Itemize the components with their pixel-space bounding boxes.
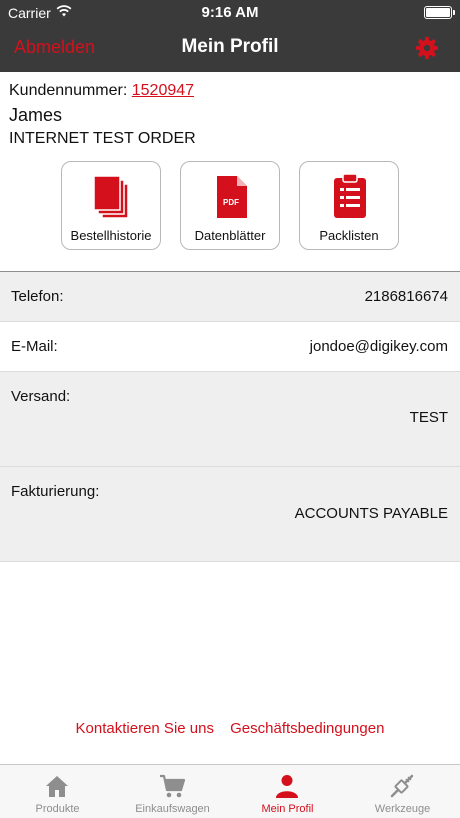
navigation-bar: Abmelden Mein Profil: [0, 26, 460, 72]
email-row: E-Mail: jondoe@digikey.com: [0, 322, 460, 372]
billing-value: ACCOUNTS PAYABLE: [294, 505, 448, 522]
email-label: E-Mail:: [11, 338, 58, 355]
shipping-label: Versand:: [11, 388, 71, 405]
footer-links: Kontaktieren Sie uns Geschäftsbedingunge…: [0, 720, 460, 737]
logout-button[interactable]: Abmelden: [14, 37, 95, 58]
order-history-button[interactable]: Bestellhistorie: [61, 161, 161, 250]
customer-number-link[interactable]: 1520947: [132, 82, 194, 99]
shipping-value: TEST: [409, 409, 448, 426]
tools-icon: [390, 774, 414, 798]
datasheets-label: Datenblätter: [194, 228, 266, 243]
person-icon: [276, 775, 298, 798]
customer-number-label: Kundennummer:: [9, 82, 128, 99]
datasheets-button[interactable]: PDF Datenblätter: [180, 161, 280, 250]
pdf-document-icon: PDF: [217, 176, 247, 218]
cart-icon: [160, 774, 185, 798]
order-history-label: Bestellhistorie: [70, 228, 152, 243]
billing-label: Fakturierung:: [11, 483, 100, 500]
clock: 9:16 AM: [201, 4, 259, 21]
stacked-documents-icon: [93, 175, 129, 219]
tab-my-profile-label: Mein Profil: [261, 803, 314, 815]
gear-icon[interactable]: [414, 35, 440, 61]
phone-row: Telefon: 2186816674: [0, 272, 460, 322]
customer-number-line: Kundennummer: 1520947: [9, 82, 194, 100]
pdf-badge-text: PDF: [223, 198, 239, 207]
tab-tools-label: Werkzeuge: [374, 803, 431, 815]
packing-lists-button[interactable]: Packlisten: [299, 161, 399, 250]
tab-cart-label: Einkaufswagen: [135, 803, 210, 815]
tab-products-label: Produkte: [35, 803, 80, 815]
packing-lists-label: Packlisten: [319, 228, 379, 243]
phone-value[interactable]: 2186816674: [365, 288, 448, 305]
tab-products[interactable]: Produkte: [0, 765, 115, 818]
customer-name: James: [9, 105, 63, 125]
tab-bar: Produkte Einkaufswagen Mein Profil Werkz…: [0, 764, 460, 818]
battery-icon: [424, 6, 455, 19]
terms-link[interactable]: Geschäftsbedingungen: [230, 720, 384, 737]
customer-section: Kundennummer: 1520947 James INTERNET TES…: [0, 72, 460, 270]
billing-row: Fakturierung: ACCOUNTS PAYABLE: [0, 467, 460, 562]
tab-tools[interactable]: Werkzeuge: [345, 765, 460, 818]
contact-link[interactable]: Kontaktieren Sie uns: [76, 720, 214, 737]
status-bar: Carrier 9:16 AM: [0, 0, 460, 26]
tab-cart[interactable]: Einkaufswagen: [115, 765, 230, 818]
email-value[interactable]: jondoe@digikey.com: [310, 338, 448, 355]
phone-label: Telefon:: [11, 288, 64, 305]
clipboard-icon: [334, 173, 366, 218]
shipping-row: Versand: TEST: [0, 372, 460, 467]
customer-company: INTERNET TEST ORDER: [9, 130, 196, 147]
tab-my-profile[interactable]: Mein Profil: [230, 765, 345, 818]
home-icon: [46, 776, 68, 797]
